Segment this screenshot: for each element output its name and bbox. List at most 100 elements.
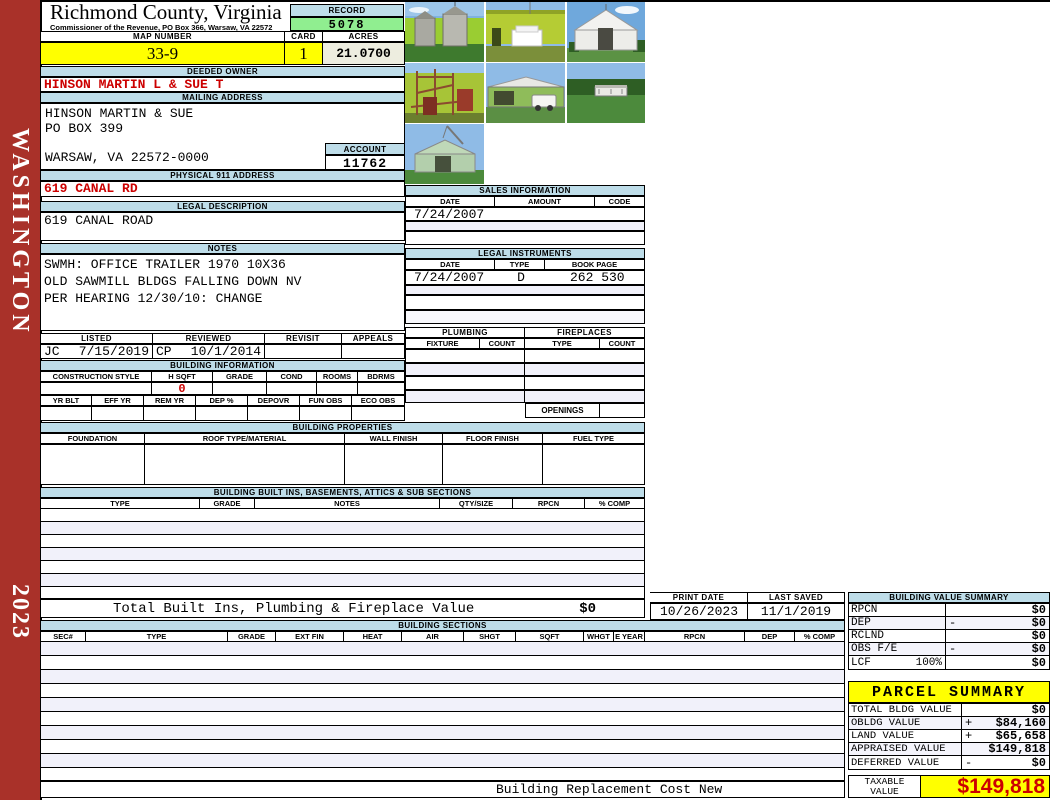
bvs-label: RPCN [848,603,946,617]
col-sale-code: CODE [595,196,645,207]
col-sec-type: TYPE [86,631,228,642]
col-yr-blt: YR BLT [40,395,92,406]
openings-label: OPENINGS [525,403,600,418]
physical-address-label: PHYSICAL 911 ADDRESS [40,170,405,181]
map-number-value: 33-9 [40,42,285,65]
bvs-label: DEP [848,616,946,630]
built-ins-total-label: Total Built Ins, Plumbing & Fireplace Va… [113,600,475,617]
card-value: 1 [285,42,323,65]
col-sec-shgt: SHGT [464,631,516,642]
property-photo-white-barn [567,2,645,62]
note-line-1: SWMH: OFFICE TRAILER 1970 10X36 [44,257,286,272]
county-title: Richmond County, Virginia [50,0,282,24]
parcel-summary-title: PARCEL SUMMARY [848,681,1050,703]
inst-row-bookpage: 262 530 [570,270,625,285]
building-properties-title: BUILDING PROPERTIES [40,422,645,433]
col-bi-qty: QTY/SIZE [440,498,513,509]
parcel-value: $84,160 [995,716,1046,730]
parcel-label: APPRAISED VALUE [848,742,962,756]
inst-row-empty-3 [405,310,645,324]
replacement-cost-label: Building Replacement Cost New [496,782,723,797]
inst-row-date: 7/24/2007 [414,270,485,285]
taxable-value-label-1: TAXABLE [864,775,905,787]
col-rem-yr: REM YR [144,395,196,406]
col-fireplace-count: COUNT [600,338,645,349]
note-line-3: PER HEARING 12/30/10: CHANGE [44,291,263,306]
col-sec-dep: DEP [745,631,795,642]
inst-row-type: D [517,270,525,285]
reviewed-by: CP [156,344,172,359]
sales-information-title: SALES INFORMATION [405,185,645,196]
bvs-value: $0 [1031,642,1046,656]
property-photo-silos [405,2,484,62]
bvs-op: - [949,616,957,630]
col-bi-type: TYPE [40,498,200,509]
parcel-label: DEFERRED VALUE [848,755,962,770]
property-photo-green-building [486,2,565,62]
col-sec-num: SEC# [40,631,86,642]
taxable-value-amount: $149,818 [957,774,1045,798]
col-inst-date: DATE [405,259,495,270]
sale-row-empty-1 [405,221,645,231]
col-cond: COND [267,371,317,382]
acres-value: 21.0700 [323,42,405,65]
inst-row-empty-1 [405,285,645,295]
col-dep-pct: DEP % [196,395,248,406]
appeals-value [342,344,405,359]
sale-row-empty-2 [405,231,645,245]
fireplaces-title: FIREPLACES [525,327,645,338]
col-bi-rpcn: RPCN [513,498,585,509]
notes-label: NOTES [40,243,405,254]
col-sale-amount: AMOUNT [495,196,595,207]
deeded-owner-name: HINSON MARTIN L & SUE T [40,77,405,92]
legal-description-value: 619 CANAL ROAD [40,212,405,241]
bvs-op: - [949,642,957,656]
note-line-2: OLD SAWMILL BLDGS FALLING DOWN NV [44,274,302,289]
parcel-summary-table: TOTAL BLDG VALUE $0 OBLDG VALUE + $84,16… [848,703,1050,770]
building-properties-empty-row [40,444,645,485]
bvs-label: LCF [851,656,871,669]
col-sec-comp: % COMP [795,631,845,642]
built-ins-title: BUILDING BUILT INS, BASEMENTS, ATTICS & … [40,487,645,498]
col-wall-finish: WALL FINISH [345,433,443,444]
bvs-pct: 100% [915,656,942,669]
mailing-line-2: PO BOX 399 [45,121,124,136]
col-inst-type: TYPE [495,259,545,270]
deeded-owner-label: DEEDED OWNER [40,66,405,77]
print-date-value: 10/26/2023 [650,603,748,620]
col-roof-type: ROOF TYPE/MATERIAL [145,433,345,444]
col-sec-rpcn: RPCN [645,631,745,642]
parcel-value: $65,658 [995,729,1046,743]
card-label: CARD [285,31,323,42]
account-label: ACCOUNT [325,143,405,155]
col-construction-style: CONSTRUCTION STYLE [40,371,152,382]
bvs-value: $0 [1031,603,1046,617]
col-sec-grade: GRADE [228,631,276,642]
listed-label: LISTED [40,333,153,344]
col-eco-obs: ECO OBS [352,395,405,406]
col-eff-yr: EFF YR [92,395,144,406]
legal-description-label: LEGAL DESCRIPTION [40,201,405,212]
property-photo-equipment [405,63,484,123]
col-foundation: FOUNDATION [40,433,145,444]
record-number: 5078 [290,17,404,32]
map-number-label: MAP NUMBER [40,31,285,42]
revisit-value [265,344,342,359]
col-fixture-count: COUNT [480,338,525,349]
legal-instruments-title: LEGAL INSTRUMENTS [405,248,645,259]
print-date-label: PRINT DATE [650,592,748,603]
col-h-sqft: H SQFT [152,371,213,382]
built-ins-total-value: $0 [579,600,596,617]
col-fuel-type: FUEL TYPE [543,433,645,444]
property-photo-green-barn-conveyor [405,124,484,184]
property-photo-mobile-home [567,63,645,123]
reviewed-date: 10/1/2014 [190,344,261,359]
bvs-label: OBS F/E [848,642,946,656]
parcel-op: - [965,755,973,770]
col-sec-extfin: EXT FIN [276,631,344,642]
col-sec-heat: HEAT [344,631,402,642]
parcel-op: + [965,729,973,743]
col-sec-whgt: WHGT [584,631,614,642]
sale-row-date: 7/24/2007 [405,207,645,221]
account-number: 11762 [325,155,405,171]
